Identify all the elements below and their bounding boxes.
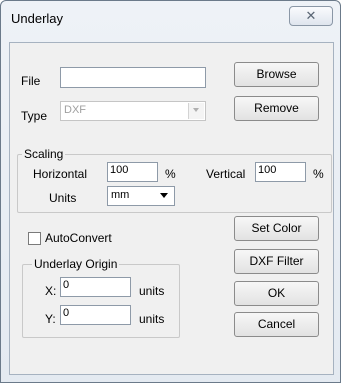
close-icon: ✕ bbox=[305, 8, 317, 23]
units-selected-value: mm bbox=[111, 189, 130, 201]
vertical-label: Vertical bbox=[206, 167, 246, 181]
type-selected-value: DXF bbox=[64, 104, 86, 116]
cancel-button[interactable]: Cancel bbox=[234, 312, 319, 337]
scaling-group-title: Scaling bbox=[22, 147, 66, 161]
vertical-scale-input[interactable]: 100 bbox=[255, 162, 306, 182]
browse-button[interactable]: Browse bbox=[234, 62, 319, 87]
origin-y-units: units bbox=[139, 312, 165, 326]
title-bar[interactable]: Underlay ✕ bbox=[1, 1, 340, 41]
ok-button[interactable]: OK bbox=[234, 281, 319, 306]
origin-x-units: units bbox=[139, 284, 165, 298]
origin-x-label: X: bbox=[45, 284, 57, 298]
horizontal-label: Horizontal bbox=[33, 167, 88, 181]
dropdown-arrow-icon[interactable] bbox=[157, 188, 173, 204]
dxf-filter-button[interactable]: DXF Filter bbox=[234, 249, 319, 274]
dropdown-arrow-icon bbox=[188, 103, 204, 119]
dialog-title: Underlay bbox=[11, 11, 64, 26]
origin-y-label: Y: bbox=[45, 312, 56, 326]
autoconvert-label: AutoConvert bbox=[45, 231, 112, 245]
horizontal-percent: % bbox=[165, 167, 176, 181]
close-button[interactable]: ✕ bbox=[289, 6, 333, 26]
set-color-button[interactable]: Set Color bbox=[234, 216, 319, 241]
underlay-origin-title: Underlay Origin bbox=[32, 257, 120, 271]
file-label: File bbox=[21, 74, 41, 88]
remove-button[interactable]: Remove bbox=[234, 96, 319, 121]
horizontal-scale-input[interactable]: 100 bbox=[107, 162, 158, 182]
autoconvert-checkbox[interactable] bbox=[28, 232, 41, 245]
type-label: Type bbox=[21, 109, 48, 123]
underlay-origin-group bbox=[22, 264, 180, 338]
vertical-percent: % bbox=[313, 167, 324, 181]
file-input[interactable] bbox=[60, 67, 206, 88]
origin-y-input[interactable]: 0 bbox=[60, 305, 131, 325]
origin-x-input[interactable]: 0 bbox=[60, 277, 131, 297]
type-select[interactable]: DXF bbox=[60, 101, 206, 121]
units-select[interactable]: mm bbox=[107, 186, 175, 206]
units-label: Units bbox=[49, 191, 77, 205]
